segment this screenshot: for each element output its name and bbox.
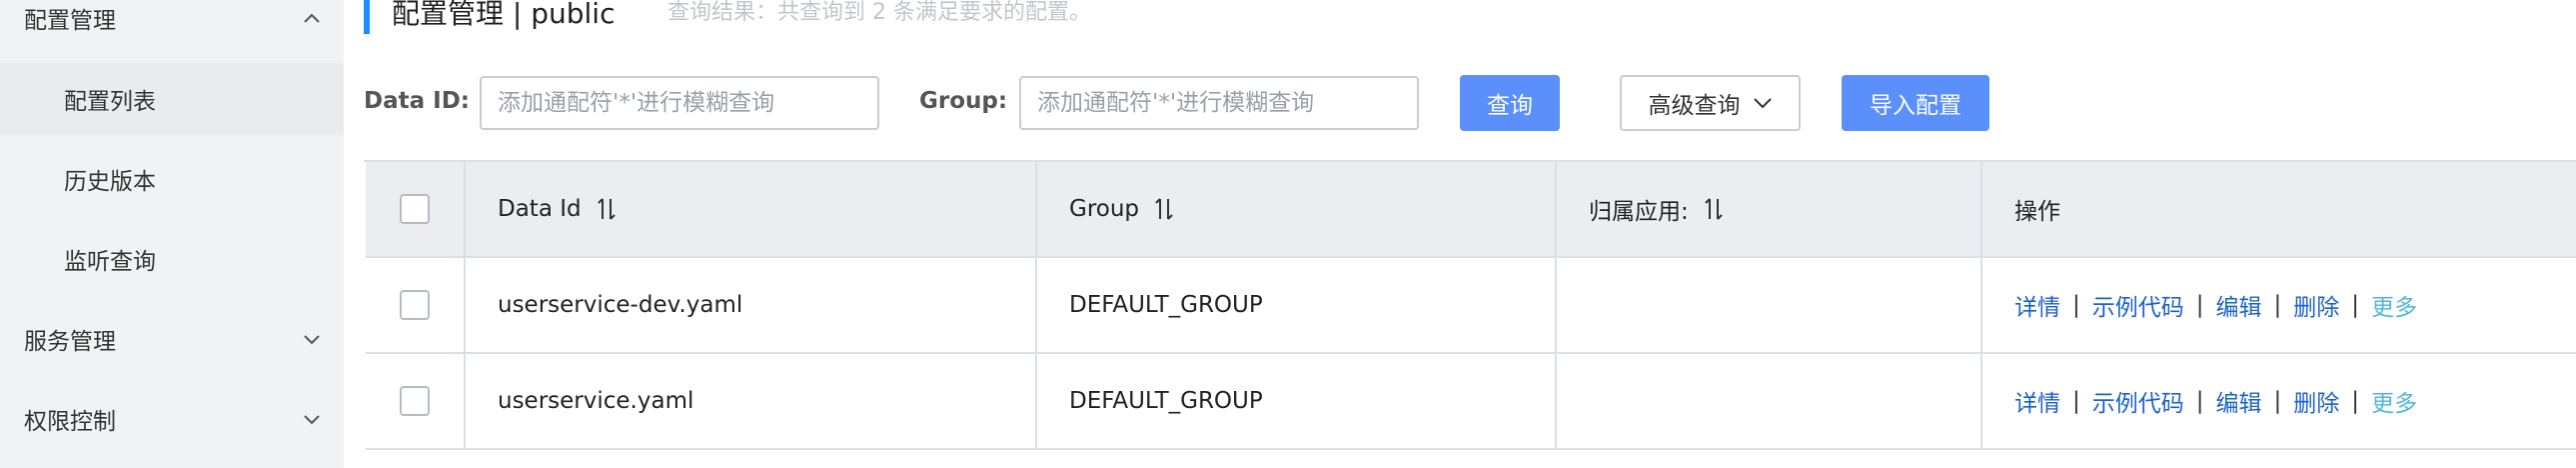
chevron-up-icon bbox=[302, 8, 322, 28]
menu-config-management[interactable]: 配置管理 bbox=[0, 0, 344, 54]
sidebar: 配置管理 配置列表 历史版本 监听查询 服务管理 权限控制 bbox=[0, 0, 344, 468]
more-link[interactable]: 更多 bbox=[2371, 288, 2417, 322]
sort-icon[interactable] bbox=[1703, 196, 1725, 222]
sidebar-item-listening-query-label: 监听查询 bbox=[64, 249, 156, 275]
group-input[interactable] bbox=[1019, 76, 1419, 130]
sidebar-item-config-list[interactable]: 配置列表 bbox=[0, 63, 344, 135]
cell-group: DEFAULT_GROUP bbox=[1037, 258, 1557, 352]
header-data-id-label: Data Id bbox=[498, 196, 582, 222]
cell-actions: 详情 | 示例代码 | 编辑 | 删除 | 更多 bbox=[1982, 258, 2576, 352]
row-select-cell bbox=[366, 354, 466, 448]
import-config-button[interactable]: 导入配置 bbox=[1842, 75, 1989, 131]
page-title: 配置管理 | public bbox=[392, 0, 616, 30]
data-id-label: Data ID: bbox=[364, 88, 470, 114]
action-separator: | bbox=[2351, 388, 2359, 414]
menu-access-control-label: 权限控制 bbox=[24, 409, 116, 435]
cell-app bbox=[1557, 258, 1982, 352]
header-actions: 操作 bbox=[1982, 162, 2576, 256]
sort-icon[interactable] bbox=[596, 196, 618, 222]
sample-code-link[interactable]: 示例代码 bbox=[2092, 288, 2184, 322]
action-separator: | bbox=[2273, 388, 2282, 414]
header-actions-label: 操作 bbox=[2014, 199, 2060, 225]
details-link[interactable]: 详情 bbox=[2014, 384, 2060, 418]
action-separator: | bbox=[2351, 292, 2359, 318]
action-separator: | bbox=[2072, 388, 2080, 414]
advanced-query-label: 高级查询 bbox=[1648, 93, 1741, 119]
sidebar-item-listening-query[interactable]: 监听查询 bbox=[0, 223, 344, 295]
header-app: 归属应用: bbox=[1557, 162, 1982, 256]
row-select-cell bbox=[366, 258, 466, 352]
row-checkbox[interactable] bbox=[400, 290, 430, 320]
sidebar-item-history[interactable]: 历史版本 bbox=[0, 143, 344, 215]
sidebar-item-history-label: 历史版本 bbox=[64, 169, 156, 195]
row-checkbox[interactable] bbox=[400, 386, 430, 416]
query-button[interactable]: 查询 bbox=[1460, 75, 1560, 131]
table-header-row: Data Id Group 归属应用: 操作 bbox=[366, 162, 2576, 258]
menu-service-management[interactable]: 服务管理 bbox=[0, 303, 344, 375]
advanced-query-button[interactable]: 高级查询 bbox=[1620, 75, 1801, 131]
header-group-label: Group bbox=[1069, 196, 1140, 222]
title-accent-bar bbox=[364, 0, 370, 34]
sidebar-item-config-list-label: 配置列表 bbox=[64, 89, 156, 115]
menu-service-management-label: 服务管理 bbox=[24, 329, 116, 355]
chevron-down-icon bbox=[302, 329, 322, 349]
sort-icon[interactable] bbox=[1153, 196, 1175, 222]
table-row: userservice-dev.yaml DEFAULT_GROUP 详情 | … bbox=[366, 258, 2576, 354]
menu-config-management-label: 配置管理 bbox=[24, 8, 116, 34]
query-result-text: 查询结果：共查询到 2 条满足要求的配置。 bbox=[667, 0, 1091, 25]
action-separator: | bbox=[2273, 292, 2282, 318]
group-label: Group: bbox=[919, 88, 1008, 114]
cell-actions: 详情 | 示例代码 | 编辑 | 删除 | 更多 bbox=[1982, 354, 2576, 448]
cell-app bbox=[1557, 354, 1982, 448]
action-separator: | bbox=[2072, 292, 2080, 318]
data-id-input[interactable] bbox=[480, 76, 879, 130]
chevron-down-icon bbox=[302, 409, 322, 429]
cell-data-id: userservice-dev.yaml bbox=[466, 258, 1037, 352]
more-link[interactable]: 更多 bbox=[2371, 384, 2417, 418]
cell-data-id: userservice.yaml bbox=[466, 354, 1037, 448]
header-data-id: Data Id bbox=[466, 162, 1037, 256]
chevron-down-icon bbox=[1753, 98, 1772, 109]
details-link[interactable]: 详情 bbox=[2014, 288, 2060, 322]
sample-code-link[interactable]: 示例代码 bbox=[2092, 384, 2184, 418]
header-select-cell bbox=[366, 162, 466, 256]
header-group: Group bbox=[1037, 162, 1557, 256]
select-all-checkbox[interactable] bbox=[400, 194, 430, 224]
config-table: Data Id Group 归属应用: 操作 userservice-dev.y… bbox=[364, 160, 2576, 450]
edit-link[interactable]: 编辑 bbox=[2216, 384, 2262, 418]
action-separator: | bbox=[2195, 292, 2204, 318]
header-app-label: 归属应用: bbox=[1589, 199, 1689, 225]
table-row: userservice.yaml DEFAULT_GROUP 详情 | 示例代码… bbox=[366, 354, 2576, 450]
cell-group: DEFAULT_GROUP bbox=[1037, 354, 1557, 448]
delete-link[interactable]: 删除 bbox=[2293, 288, 2339, 322]
delete-link[interactable]: 删除 bbox=[2293, 384, 2339, 418]
edit-link[interactable]: 编辑 bbox=[2216, 288, 2262, 322]
menu-access-control[interactable]: 权限控制 bbox=[0, 383, 344, 455]
action-separator: | bbox=[2195, 388, 2204, 414]
